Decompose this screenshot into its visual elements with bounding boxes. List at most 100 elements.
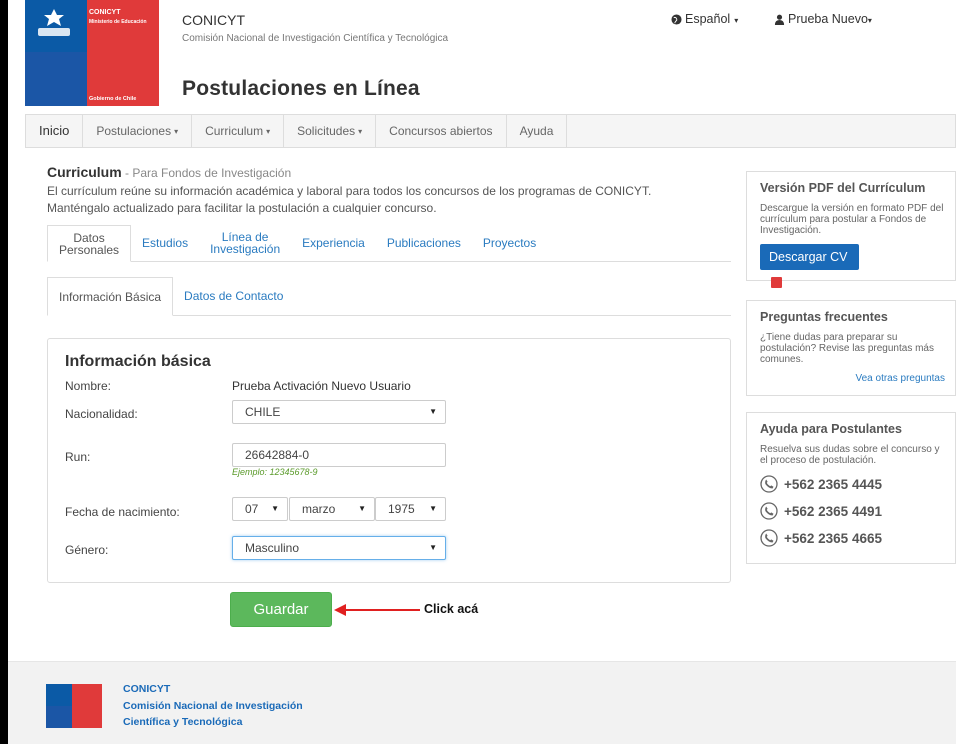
caret-down-icon: ▼ xyxy=(429,543,437,552)
tab-label: Experiencia xyxy=(302,236,365,250)
chevron-down-icon: ▾ xyxy=(734,16,739,25)
tab-label: Publicaciones xyxy=(386,236,461,250)
tab-estudios[interactable]: Estudios xyxy=(131,225,199,261)
nav-label: Concursos abiertos xyxy=(389,124,493,138)
section-title: Curriculum xyxy=(47,164,122,180)
birth-month-select[interactable]: marzo ▼ xyxy=(289,497,375,521)
nacionalidad-value: CHILE xyxy=(245,405,281,419)
birth-day-value: 07 xyxy=(245,502,259,516)
nacionalidad-label: Nacionalidad: xyxy=(65,407,138,421)
user-icon xyxy=(774,14,785,25)
curriculum-tabs: Datos Personales Estudios Línea de Investi… xyxy=(47,225,731,262)
nav-label: Postulaciones xyxy=(96,124,172,138)
section-heading: Curriculum - Para Fondos de Investigació… xyxy=(47,164,291,180)
genero-label: Género: xyxy=(65,543,109,557)
tab-publicaciones[interactable]: Publicaciones xyxy=(376,225,472,261)
genero-value: Masculino xyxy=(245,541,300,555)
user-menu[interactable]: Prueba Nuevo▾ xyxy=(774,12,872,26)
personal-data-subtabs: Información Básica Datos de Contacto xyxy=(47,277,731,316)
faq-link[interactable]: Vea otras preguntas xyxy=(747,373,945,384)
tab-label: Personales xyxy=(59,242,120,257)
birth-day-select[interactable]: 07 ▼ xyxy=(232,497,288,521)
globe-icon xyxy=(671,14,682,25)
nav-postulaciones[interactable]: Postulaciones ▾ xyxy=(83,115,193,147)
phone-number[interactable]: +562 2365 4491 xyxy=(760,502,955,520)
nombre-value: Prueba Activación Nuevo Usuario xyxy=(232,379,411,393)
tab-label: Estudios xyxy=(142,236,189,250)
caret-down-icon: ▾ xyxy=(358,127,363,136)
nombre-label: Nombre: xyxy=(65,379,112,393)
birth-year-select[interactable]: 1975 ▼ xyxy=(375,497,446,521)
language-selector[interactable]: Español ▾ xyxy=(671,12,738,26)
pdf-cv-panel: Versión PDF del Currículum Descargue la … xyxy=(746,171,956,288)
user-name: Prueba Nuevo xyxy=(788,12,868,26)
caret-down-icon: ▾ xyxy=(174,127,179,136)
basic-info-form: Información básica Nombre: Prueba Activa… xyxy=(47,338,731,583)
pdf-panel-title: Versión PDF del Currículum xyxy=(760,181,926,195)
tab-proyectos[interactable]: Proyectos xyxy=(472,225,547,261)
tab-linea-investigacion[interactable]: Línea de Investigación xyxy=(199,225,291,261)
help-panel-text: Resuelva sus dudas sobre el concurso y e… xyxy=(760,444,940,466)
download-cv-button[interactable]: Descargar CV xyxy=(760,244,859,288)
nav-ayuda[interactable]: Ayuda xyxy=(507,115,568,147)
footer-org-full-2: Científica y Tecnológica xyxy=(123,716,243,728)
genero-select[interactable]: Masculino ▼ xyxy=(232,536,446,560)
page: CONICYT Ministerio de Educación Gobierno… xyxy=(8,0,956,744)
nav-label: Inicio xyxy=(39,123,70,138)
faq-panel: Preguntas frecuentes ¿Tiene dudas para p… xyxy=(746,300,956,396)
form-title: Información básica xyxy=(65,353,211,370)
logo-title: CONICYT xyxy=(89,9,121,16)
org-full-name: Comisión Nacional de Investigación Cient… xyxy=(182,33,449,44)
caret-down-icon: ▼ xyxy=(271,504,279,513)
logo-government: Gobierno de Chile xyxy=(89,96,137,102)
birth-year-value: 1975 xyxy=(388,502,415,516)
nav-solicitudes[interactable]: Solicitudes ▾ xyxy=(284,115,377,147)
caret-down-icon: ▼ xyxy=(429,407,437,416)
coat-of-arms-icon xyxy=(38,9,70,36)
footer: CONICYT Comisión Nacional de Investigaci… xyxy=(8,661,956,744)
help-panel-title: Ayuda para Postulantes xyxy=(760,422,902,436)
chevron-down-icon: ▾ xyxy=(867,16,872,25)
phone-icon xyxy=(760,502,778,520)
tab-experiencia[interactable]: Experiencia xyxy=(291,225,376,261)
run-input[interactable]: 26642884-0 xyxy=(232,443,446,467)
section-subtitle: - Para Fondos de Investigación xyxy=(121,166,292,180)
nav-curriculum[interactable]: Curriculum ▾ xyxy=(192,115,285,147)
subtab-informacion-basica[interactable]: Información Básica xyxy=(47,277,174,316)
birth-month-value: marzo xyxy=(302,502,336,516)
main-navbar: Inicio Postulaciones ▾ Curriculum ▾ Solici… xyxy=(25,114,956,148)
logo-ministry: Ministerio de Educación xyxy=(89,19,147,25)
run-hint: Ejemplo: 12345678-9 xyxy=(232,467,318,477)
phone-text: +562 2365 4665 xyxy=(784,530,882,546)
logo-red-block xyxy=(72,684,102,728)
phone-number[interactable]: +562 2365 4665 xyxy=(760,529,955,547)
save-button[interactable]: Guardar xyxy=(230,592,332,627)
footer-org: CONICYT xyxy=(123,683,171,695)
footer-logo xyxy=(46,684,102,728)
nav-label: Curriculum xyxy=(205,124,264,138)
nav-inicio[interactable]: Inicio xyxy=(26,115,84,147)
caret-down-icon: ▼ xyxy=(358,504,366,513)
subtab-datos-contacto[interactable]: Datos de Contacto xyxy=(173,277,294,315)
nav-concursos-abiertos[interactable]: Concursos abiertos xyxy=(376,115,507,147)
run-label: Run: xyxy=(65,450,91,464)
phone-text: +562 2365 4445 xyxy=(784,476,882,492)
nacionalidad-select[interactable]: CHILE ▼ xyxy=(232,400,446,424)
faq-panel-title: Preguntas frecuentes xyxy=(760,310,888,324)
faq-panel-text: ¿Tiene dudas para preparar su postulació… xyxy=(760,332,934,365)
phone-icon xyxy=(760,475,778,493)
tab-datos-personales[interactable]: Datos Personales xyxy=(47,225,132,262)
caret-down-icon: ▼ xyxy=(429,504,437,513)
logo-blue-block xyxy=(25,52,87,106)
nav-label: Ayuda xyxy=(519,124,554,138)
page-title: Postulaciones en Línea xyxy=(182,77,420,100)
phone-number[interactable]: +562 2365 4445 xyxy=(760,475,955,493)
conicyt-logo[interactable]: CONICYT Ministerio de Educación Gobierno… xyxy=(25,0,159,106)
phone-text: +562 2365 4491 xyxy=(784,503,882,519)
section-description: El currículum reúne su información acadé… xyxy=(47,184,652,215)
download-cv-label: Descargar CV xyxy=(769,250,848,264)
tab-label: Proyectos xyxy=(482,236,537,250)
help-panel: Ayuda para Postulantes Resuelva sus duda… xyxy=(746,412,956,564)
annotation-text: Click acá xyxy=(424,602,479,616)
logo-blue-block xyxy=(46,706,72,728)
